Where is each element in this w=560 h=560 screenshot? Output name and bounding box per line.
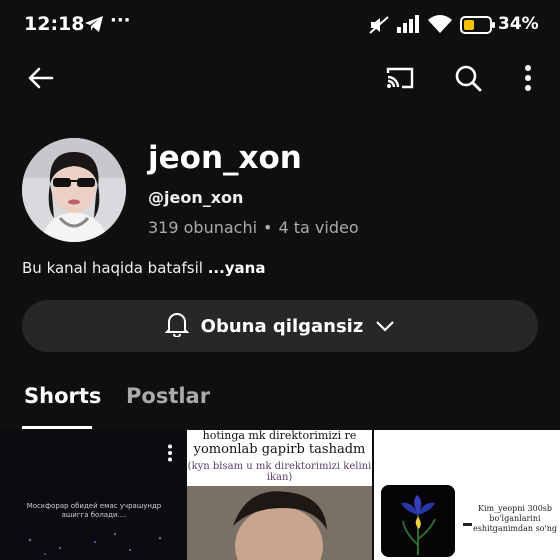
channel-handle: @jeon_xon bbox=[148, 188, 244, 207]
battery-icon bbox=[460, 15, 496, 39]
short-caption: hotinga mk direktorimizi re yomonlab gap… bbox=[187, 430, 372, 483]
more-vert-icon bbox=[524, 65, 532, 95]
short-more-button[interactable] bbox=[167, 444, 173, 466]
cast-icon bbox=[385, 65, 415, 95]
back-arrow-icon bbox=[26, 66, 54, 94]
mute-icon bbox=[368, 15, 390, 39]
channel-about[interactable]: Bu kanal haqida batafsil ...yana bbox=[22, 259, 265, 277]
about-text: Bu kanal haqida batafsil bbox=[22, 259, 203, 277]
channel-stats: 319 obunachi • 4 ta video bbox=[148, 218, 359, 237]
short-caption: Kim_yeopni 300sb bo'lganlarini eshitgani… bbox=[473, 504, 557, 533]
more-vert-icon bbox=[167, 444, 173, 466]
search-icon bbox=[454, 64, 482, 96]
more-options-button[interactable] bbox=[510, 62, 546, 98]
clock: 12:18 bbox=[24, 13, 85, 35]
signal-icon bbox=[397, 15, 421, 37]
subscriber-count: 319 obunachi bbox=[148, 218, 258, 237]
short-caption-sub: (kyn blsam u mk direktorimizi kelini ika… bbox=[187, 461, 372, 483]
status-bar: 12:18 ··· 34% bbox=[0, 0, 560, 52]
tab-posts[interactable]: Postlar bbox=[126, 384, 210, 408]
channel-tabs: Shorts Postlar bbox=[0, 370, 560, 430]
subscribed-label: Obuna qilgansiz bbox=[200, 315, 364, 337]
more-dots-icon: ··· bbox=[110, 10, 131, 31]
chevron-down-icon bbox=[375, 317, 395, 336]
shorts-grid: Москфорар обидей емас учрашундр ашигга б… bbox=[0, 430, 560, 560]
about-more-link[interactable]: ...yana bbox=[208, 259, 266, 277]
avatar[interactable] bbox=[22, 138, 126, 242]
bell-icon bbox=[164, 311, 190, 341]
separator-dot: • bbox=[263, 218, 273, 237]
short-thumbnail-2[interactable]: hotinga mk direktorimizi re yomonlab gap… bbox=[187, 430, 372, 560]
short-thumbnail-1[interactable]: Москфорар обидей емас учрашундр ашигга б… bbox=[0, 430, 185, 560]
subscribed-button[interactable]: Obuna qilgansiz bbox=[22, 300, 538, 352]
telegram-icon bbox=[84, 15, 104, 37]
wifi-icon bbox=[427, 14, 453, 38]
short-thumbnail-3[interactable]: Kim_yeopni 300sb bo'lganlarini eshitgani… bbox=[374, 430, 560, 560]
battery-percent: 34% bbox=[498, 14, 539, 34]
short-image bbox=[381, 485, 455, 557]
tab-shorts[interactable]: Shorts bbox=[24, 384, 101, 408]
active-tab-indicator bbox=[22, 426, 92, 429]
short-photo bbox=[187, 486, 372, 560]
short-caption: Москфорар обидей емас учрашундр ашигга б… bbox=[26, 502, 162, 520]
short-caption-line1: hotinga mk direktorimizi re bbox=[202, 430, 357, 442]
back-button[interactable] bbox=[22, 62, 58, 98]
cast-button[interactable] bbox=[382, 62, 418, 98]
app-bar bbox=[0, 52, 560, 108]
video-count: 4 ta video bbox=[278, 218, 359, 237]
short-caption-line2: yomonlab gapirb tashadm bbox=[193, 442, 366, 457]
search-button[interactable] bbox=[450, 62, 486, 98]
channel-name: jeon_xon bbox=[148, 140, 302, 176]
